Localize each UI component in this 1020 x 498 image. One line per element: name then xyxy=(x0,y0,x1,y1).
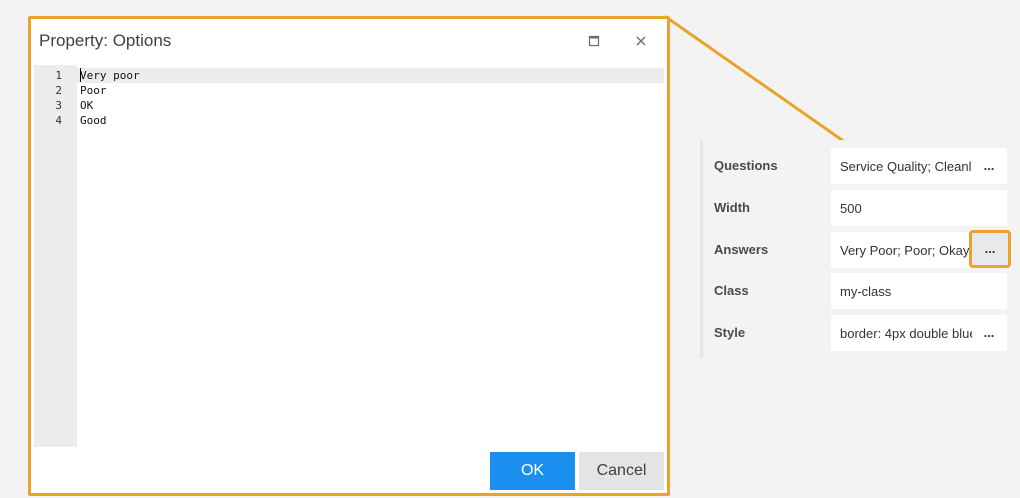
text-cursor xyxy=(80,68,81,82)
property-value-text: Service Quality; Cleanliness xyxy=(840,159,972,174)
property-label: Questions xyxy=(714,158,778,173)
property-label: Class xyxy=(714,283,749,298)
line-text[interactable]: Poor xyxy=(80,83,107,98)
ok-button[interactable]: OK xyxy=(490,452,575,490)
questions-edit-button[interactable]: ... xyxy=(975,152,1003,180)
close-button[interactable] xyxy=(631,31,651,51)
style-value-field[interactable]: border: 4px double blue ... xyxy=(831,315,1007,351)
page: Property: Options 1 Very poor 2 Poor 3 O… xyxy=(0,0,1020,498)
property-label: Style xyxy=(714,325,746,340)
property-row-questions: Questions Service Quality; Cleanliness .… xyxy=(703,142,1010,184)
line-text[interactable]: Good xyxy=(80,113,107,128)
property-value-text: 500 xyxy=(840,201,862,216)
answers-edit-button[interactable]: ... xyxy=(969,230,1011,268)
property-grid: Questions Service Quality; Cleanliness .… xyxy=(700,140,1013,358)
line-number: 4 xyxy=(55,114,62,127)
code-line[interactable]: 3 OK xyxy=(34,98,664,113)
options-dialog: Property: Options 1 Very poor 2 Poor 3 O… xyxy=(28,16,670,496)
property-row-class: Class my-class xyxy=(703,267,1010,309)
dialog-title: Property: Options xyxy=(39,31,172,50)
cancel-button[interactable]: Cancel xyxy=(579,452,664,490)
close-icon xyxy=(636,36,646,46)
dialog-header: Property: Options xyxy=(31,19,667,65)
property-value-text: border: 4px double blue xyxy=(840,326,972,341)
property-value-text: Very Poor; Poor; Okay; Good xyxy=(840,243,972,258)
property-label: Answers xyxy=(714,242,769,257)
property-row-style: Style border: 4px double blue ... xyxy=(703,309,1010,351)
line-text[interactable]: OK xyxy=(80,98,93,113)
line-number: 3 xyxy=(55,99,62,112)
property-label: Width xyxy=(714,200,750,215)
style-edit-button[interactable]: ... xyxy=(975,319,1003,347)
class-value-field[interactable]: my-class xyxy=(831,273,1007,309)
code-line[interactable]: 4 Good xyxy=(34,113,664,128)
code-editor[interactable]: 1 Very poor 2 Poor 3 OK 4 Good xyxy=(34,65,664,447)
answers-value-field[interactable]: Very Poor; Poor; Okay; Good ... xyxy=(831,230,1011,268)
code-line[interactable]: 2 Poor xyxy=(34,83,664,98)
property-value-text: my-class xyxy=(840,284,892,299)
questions-value-field[interactable]: Service Quality; Cleanliness ... xyxy=(831,148,1007,184)
line-number: 1 xyxy=(55,69,62,82)
line-text[interactable]: Very poor xyxy=(80,68,140,83)
property-row-width: Width 500 xyxy=(703,184,1010,226)
width-value-field[interactable]: 500 xyxy=(831,190,1007,226)
maximize-icon xyxy=(588,35,600,47)
code-line[interactable]: 1 Very poor xyxy=(34,68,664,83)
maximize-button[interactable] xyxy=(584,31,604,51)
line-number: 2 xyxy=(55,84,62,97)
property-row-answers: Answers Very Poor; Poor; Okay; Good ... xyxy=(703,226,1011,268)
